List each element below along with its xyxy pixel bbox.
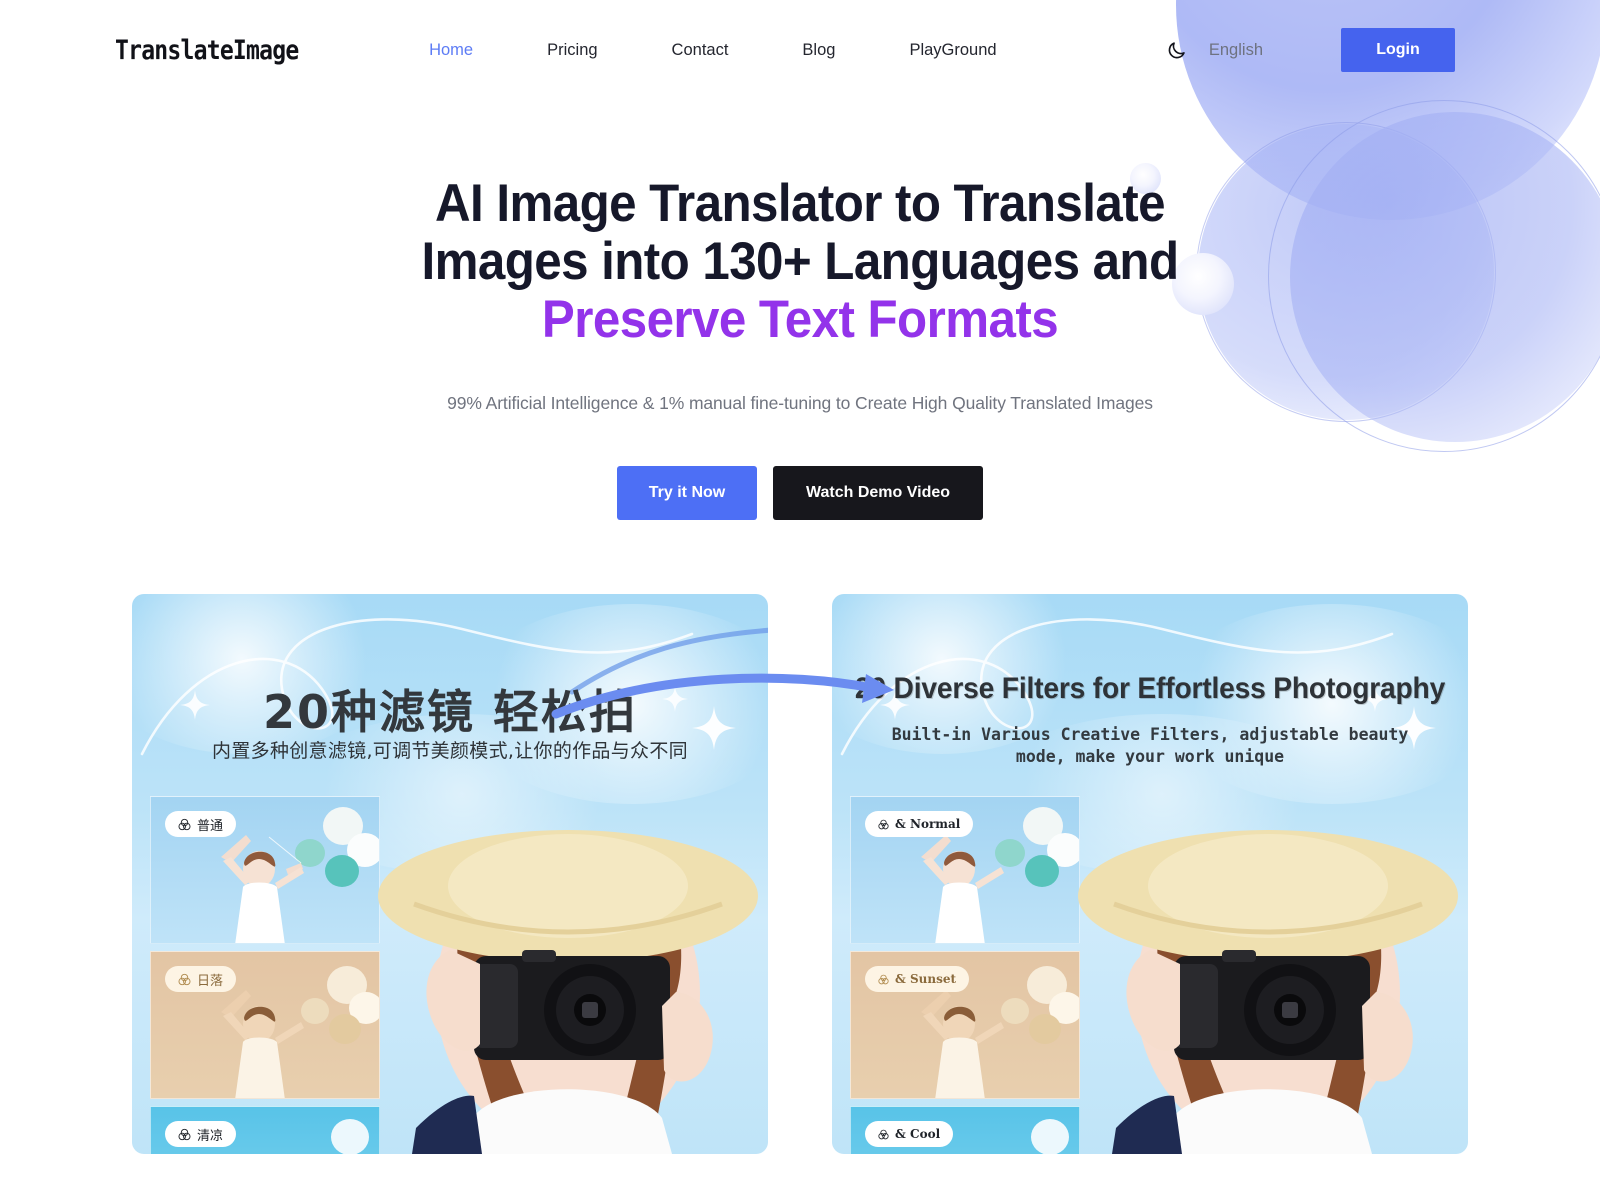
- demo-card-translated[interactable]: 20 Diverse Filters for Effortless Photog…: [832, 594, 1468, 1154]
- filter-pill-label: 清凉: [197, 1128, 224, 1144]
- header-actions: English Login: [1163, 28, 1455, 72]
- filter-circles-icon: [178, 818, 191, 830]
- filter-pill[interactable]: 清凉: [165, 1121, 237, 1147]
- filter-circles-icon: [878, 1129, 889, 1139]
- model-photo: [1078, 830, 1458, 1154]
- filter-thumbnail[interactable]: & Cool: [850, 1106, 1080, 1154]
- filter-pill[interactable]: & Sunset: [865, 966, 970, 992]
- filter-pill[interactable]: 普通: [165, 811, 237, 837]
- filter-thumbnail-list-source: 普通 日落 清凉: [150, 796, 380, 1154]
- language-selector[interactable]: English: [1209, 41, 1263, 60]
- filter-pill-label: 普通: [197, 818, 224, 834]
- login-button[interactable]: Login: [1341, 28, 1455, 72]
- headline-line-1: AI Image Translator to Translate: [435, 174, 1166, 233]
- demo-comparison: 20种滤镜 轻松拍 内置多种创意滤镜,可调节美颜模式,让你的作品与众不同 普通 …: [0, 594, 1600, 1154]
- nav-item-contact[interactable]: Contact: [635, 41, 766, 60]
- filter-pill-label: 日落: [197, 973, 224, 989]
- nav-item-home[interactable]: Home: [392, 41, 510, 60]
- filter-pill[interactable]: & Normal: [865, 811, 974, 837]
- demo-card-source[interactable]: 20种滤镜 轻松拍 内置多种创意滤镜,可调节美颜模式,让你的作品与众不同 普通 …: [132, 594, 768, 1154]
- filter-pill-label: & Normal: [895, 817, 961, 831]
- hero-section: AI Image Translator to Translate Images …: [0, 100, 1600, 520]
- page-title: AI Image Translator to Translate Images …: [344, 100, 1255, 349]
- headline-accent: Preserve Text Formats: [541, 290, 1059, 349]
- filter-pill-label: & Sunset: [895, 972, 957, 986]
- filter-thumbnail[interactable]: 清凉: [150, 1106, 380, 1154]
- nav-item-pricing[interactable]: Pricing: [510, 41, 634, 60]
- headline-line-2: Images into 130+ Languages and: [421, 232, 1179, 291]
- try-it-now-button[interactable]: Try it Now: [617, 466, 757, 520]
- watch-demo-video-button[interactable]: Watch Demo Video: [773, 466, 983, 520]
- hero-subtitle: 99% Artificial Intelligence & 1% manual …: [447, 393, 1153, 413]
- filter-pill[interactable]: 日落: [165, 966, 237, 992]
- filter-pill-label: & Cool: [895, 1127, 941, 1141]
- filter-circles-icon: [878, 819, 889, 829]
- filter-circles-icon: [878, 974, 889, 984]
- filter-thumbnail[interactable]: & Normal: [850, 796, 1080, 944]
- filter-pill[interactable]: & Cool: [865, 1121, 954, 1147]
- demo-translated-title: 20 Diverse Filters for Effortless Photog…: [854, 672, 1446, 705]
- nav-item-playground[interactable]: PlayGround: [872, 41, 1033, 60]
- filter-thumbnail[interactable]: 日落: [150, 951, 380, 1099]
- filter-thumbnail[interactable]: 普通: [150, 796, 380, 944]
- logo[interactable]: TranslateImage: [115, 34, 299, 65]
- nav-item-blog[interactable]: Blog: [765, 41, 872, 60]
- filter-circles-icon: [178, 1128, 191, 1140]
- filter-circles-icon: [178, 973, 191, 985]
- filter-thumbnail-list-translated: & Normal & Sunset & Cool: [850, 796, 1080, 1154]
- moon-icon[interactable]: [1163, 36, 1191, 64]
- demo-source-title: 20种滤镜 轻松拍: [262, 685, 638, 739]
- cta-row: Try it Now Watch Demo Video: [0, 466, 1600, 520]
- site-header: TranslateImage Home Pricing Contact Blog…: [0, 0, 1600, 100]
- main-navigation: Home Pricing Contact Blog PlayGround: [392, 41, 1034, 60]
- model-photo: [378, 830, 758, 1154]
- filter-thumbnail[interactable]: & Sunset: [850, 951, 1080, 1099]
